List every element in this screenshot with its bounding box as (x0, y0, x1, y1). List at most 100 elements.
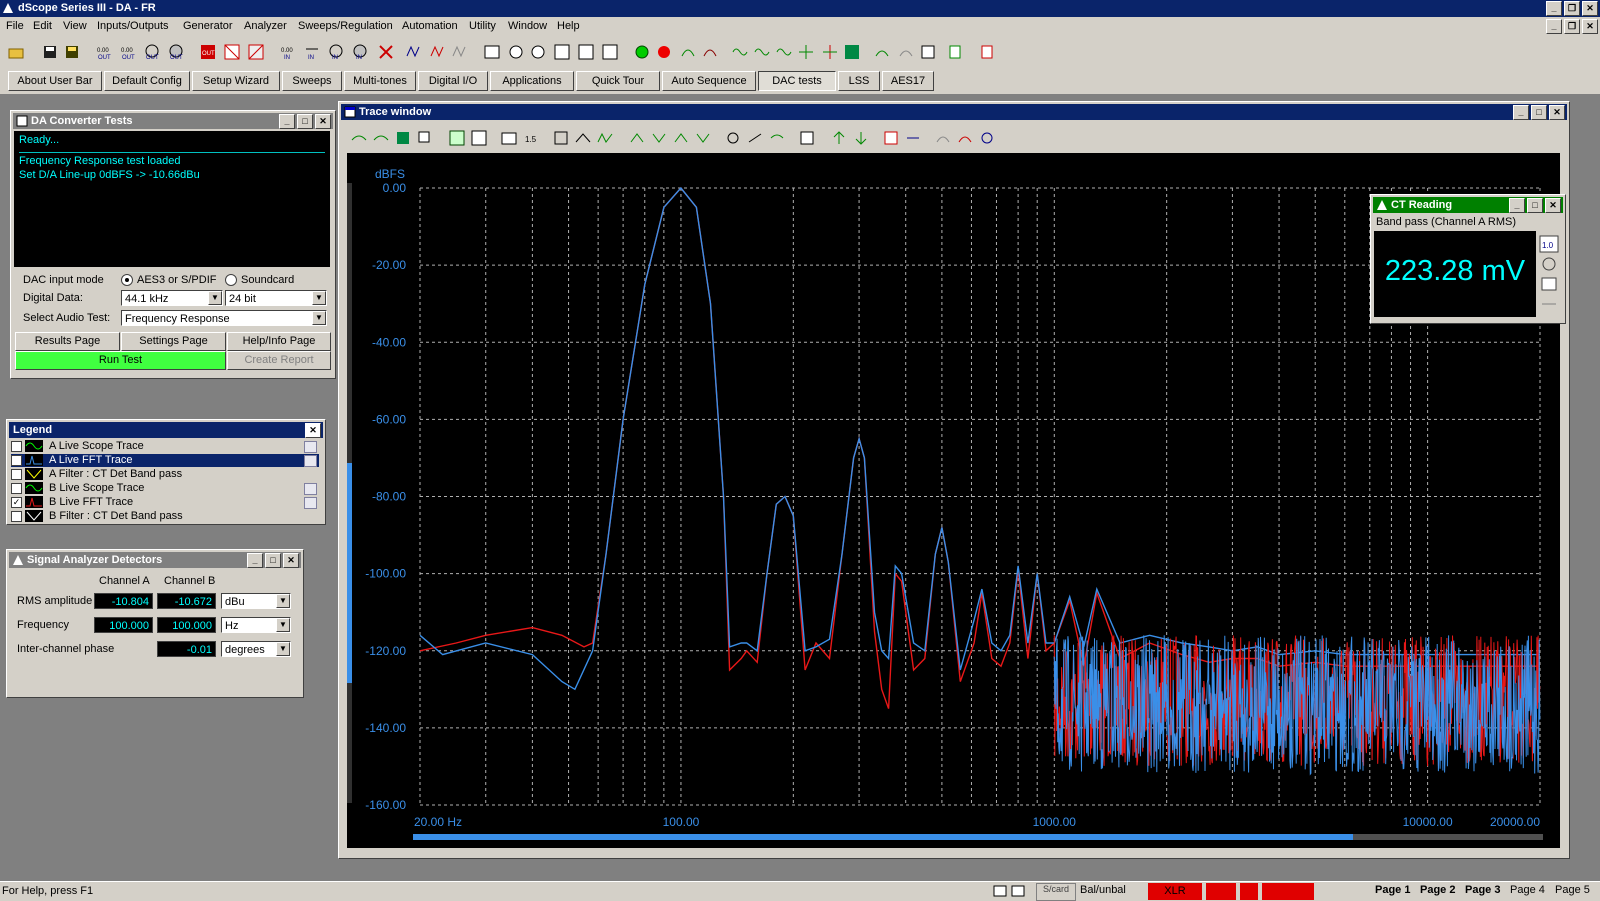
marker-icon[interactable] (725, 130, 741, 146)
save-icon[interactable] (42, 44, 58, 60)
run-test-button[interactable]: Run Test (15, 351, 226, 370)
marker-c-icon[interactable] (769, 130, 785, 146)
legend-item[interactable]: ✓ B Live FFT Trace (11, 496, 319, 509)
zoom-y-icon[interactable] (597, 130, 613, 146)
input-icon[interactable]: 0.00IN (280, 44, 296, 60)
soundcard-radio[interactable] (225, 274, 237, 286)
out-gen-icon[interactable]: OUT (168, 44, 184, 60)
da-minimize-button[interactable]: _ (279, 114, 295, 129)
restore-button[interactable]: ❐ (1564, 1, 1580, 16)
copy-trace-icon[interactable] (417, 130, 433, 146)
grid-icon[interactable] (554, 44, 570, 60)
report-icon[interactable] (920, 44, 936, 60)
settings-icon[interactable] (979, 130, 995, 146)
trace-props-icon[interactable] (304, 441, 317, 453)
scale-icon[interactable]: 1.5 (523, 130, 539, 146)
autoscale-icon[interactable] (831, 130, 847, 146)
marker-b-icon[interactable] (747, 130, 763, 146)
menu-sweeps-regulation[interactable]: Sweeps/Regulation (298, 20, 393, 32)
about-user-bar-button[interactable]: About User Bar (8, 71, 102, 91)
page-4-tab[interactable]: Page 4 (1510, 884, 1545, 896)
spectrum-icon[interactable] (844, 44, 860, 60)
peak-b-icon[interactable] (695, 130, 711, 146)
ct-meter-icon[interactable] (1539, 255, 1559, 273)
trace-maximize-button[interactable]: □ (1531, 105, 1547, 120)
record-red-icon[interactable] (656, 44, 672, 60)
create-report-button[interactable]: Create Report (227, 351, 331, 370)
phase-unit-select[interactable]: degrees ▼ (221, 641, 291, 657)
table-icon[interactable] (501, 130, 517, 146)
speaker-icon[interactable] (992, 884, 1008, 898)
output-b-icon[interactable]: 0.00OUT (120, 44, 136, 60)
monitor-icon[interactable] (1010, 884, 1026, 898)
wave-b-icon[interactable] (754, 44, 770, 60)
ct-settings-icon[interactable] (1539, 275, 1559, 293)
menu-utility[interactable]: Utility (469, 20, 496, 32)
menu-analyzer[interactable]: Analyzer (244, 20, 287, 32)
grid-b-icon[interactable] (578, 44, 594, 60)
wave-c-icon[interactable] (776, 44, 792, 60)
input-b-icon[interactable]: IN (304, 44, 320, 60)
lss-button[interactable]: LSS (838, 71, 880, 91)
close-button[interactable]: ✕ (1582, 1, 1598, 16)
page-3-tab[interactable]: Page 3 (1465, 884, 1500, 896)
freq-unit-select[interactable]: Hz ▼ (221, 617, 291, 633)
script-icon[interactable] (874, 44, 890, 60)
legend-item[interactable]: A Filter : CT Det Band pass (11, 468, 319, 481)
meter-icon[interactable] (508, 44, 524, 60)
chevron-down-icon[interactable]: ▼ (312, 311, 326, 325)
sweeps-button[interactable]: Sweeps (282, 71, 342, 91)
minimize-button[interactable]: _ (1546, 1, 1562, 16)
output-icon[interactable]: 0.00OUT (96, 44, 112, 60)
menu-automation[interactable]: Automation (402, 20, 458, 32)
analyzer-gray-icon[interactable] (452, 44, 468, 60)
in-gen-icon[interactable]: IN (352, 44, 368, 60)
legend-checkbox[interactable]: ✓ (11, 455, 22, 466)
overlay-b-icon[interactable] (957, 130, 973, 146)
meter-b-icon[interactable] (530, 44, 546, 60)
overlay-icon[interactable] (935, 130, 951, 146)
out-reset-icon[interactable] (248, 44, 264, 60)
page-5-tab[interactable]: Page 5 (1555, 884, 1590, 896)
analyzer-icon[interactable] (406, 44, 422, 60)
mdi-close-button[interactable]: ✕ (1582, 19, 1598, 34)
open-folder-icon[interactable] (8, 44, 24, 60)
offset-icon[interactable] (883, 130, 899, 146)
aes17-button[interactable]: AES17 (882, 71, 934, 91)
page-1-tab[interactable]: Page 1 (1375, 884, 1410, 896)
zoom-x-icon[interactable] (575, 130, 591, 146)
chevron-down-icon[interactable]: ▼ (276, 594, 290, 608)
applications-button[interactable]: Applications (490, 71, 574, 91)
markers-icon[interactable] (799, 130, 815, 146)
mdi-minimize-button[interactable]: _ (1546, 19, 1562, 34)
grid-c-icon[interactable] (602, 44, 618, 60)
chevron-down-icon[interactable]: ▼ (208, 291, 222, 305)
chevron-down-icon[interactable]: ▼ (276, 642, 290, 656)
default-config-button[interactable]: Default Config (104, 71, 190, 91)
chevron-down-icon[interactable]: ▼ (312, 291, 326, 305)
ct-link-icon[interactable] (1539, 295, 1559, 313)
digital-io-button[interactable]: Digital I/O (418, 71, 488, 91)
cursor-icon[interactable] (798, 44, 814, 60)
legend-checkbox[interactable]: ✓ (11, 497, 22, 508)
measure-icon[interactable] (484, 44, 500, 60)
menu-file[interactable]: File (6, 20, 24, 32)
run-green-icon[interactable] (634, 44, 650, 60)
analyzer-red-icon[interactable] (430, 44, 446, 60)
menu-view[interactable]: View (63, 20, 87, 32)
aes3-radio[interactable] (121, 274, 133, 286)
menu-inputs-outputs[interactable]: Inputs/Outputs (97, 20, 169, 32)
legend-item[interactable]: A Live Scope Trace (11, 440, 319, 453)
legend-checkbox[interactable] (11, 511, 22, 522)
cursor-left-icon[interactable] (629, 130, 645, 146)
sample-rate-select[interactable]: 44.1 kHz ▼ (121, 290, 223, 306)
trace-wave-icon[interactable] (373, 130, 389, 146)
trace-close-button[interactable]: ✕ (1549, 105, 1565, 120)
trace-props-icon[interactable] (304, 455, 317, 467)
ct-minimize-button[interactable]: _ (1509, 198, 1525, 213)
det-minimize-button[interactable]: _ (247, 553, 263, 568)
legend-close-button[interactable]: ✕ (305, 423, 321, 438)
menu-generator[interactable]: Generator (183, 20, 233, 32)
chevron-down-icon[interactable]: ▼ (276, 618, 290, 632)
wave-icon[interactable] (732, 44, 748, 60)
